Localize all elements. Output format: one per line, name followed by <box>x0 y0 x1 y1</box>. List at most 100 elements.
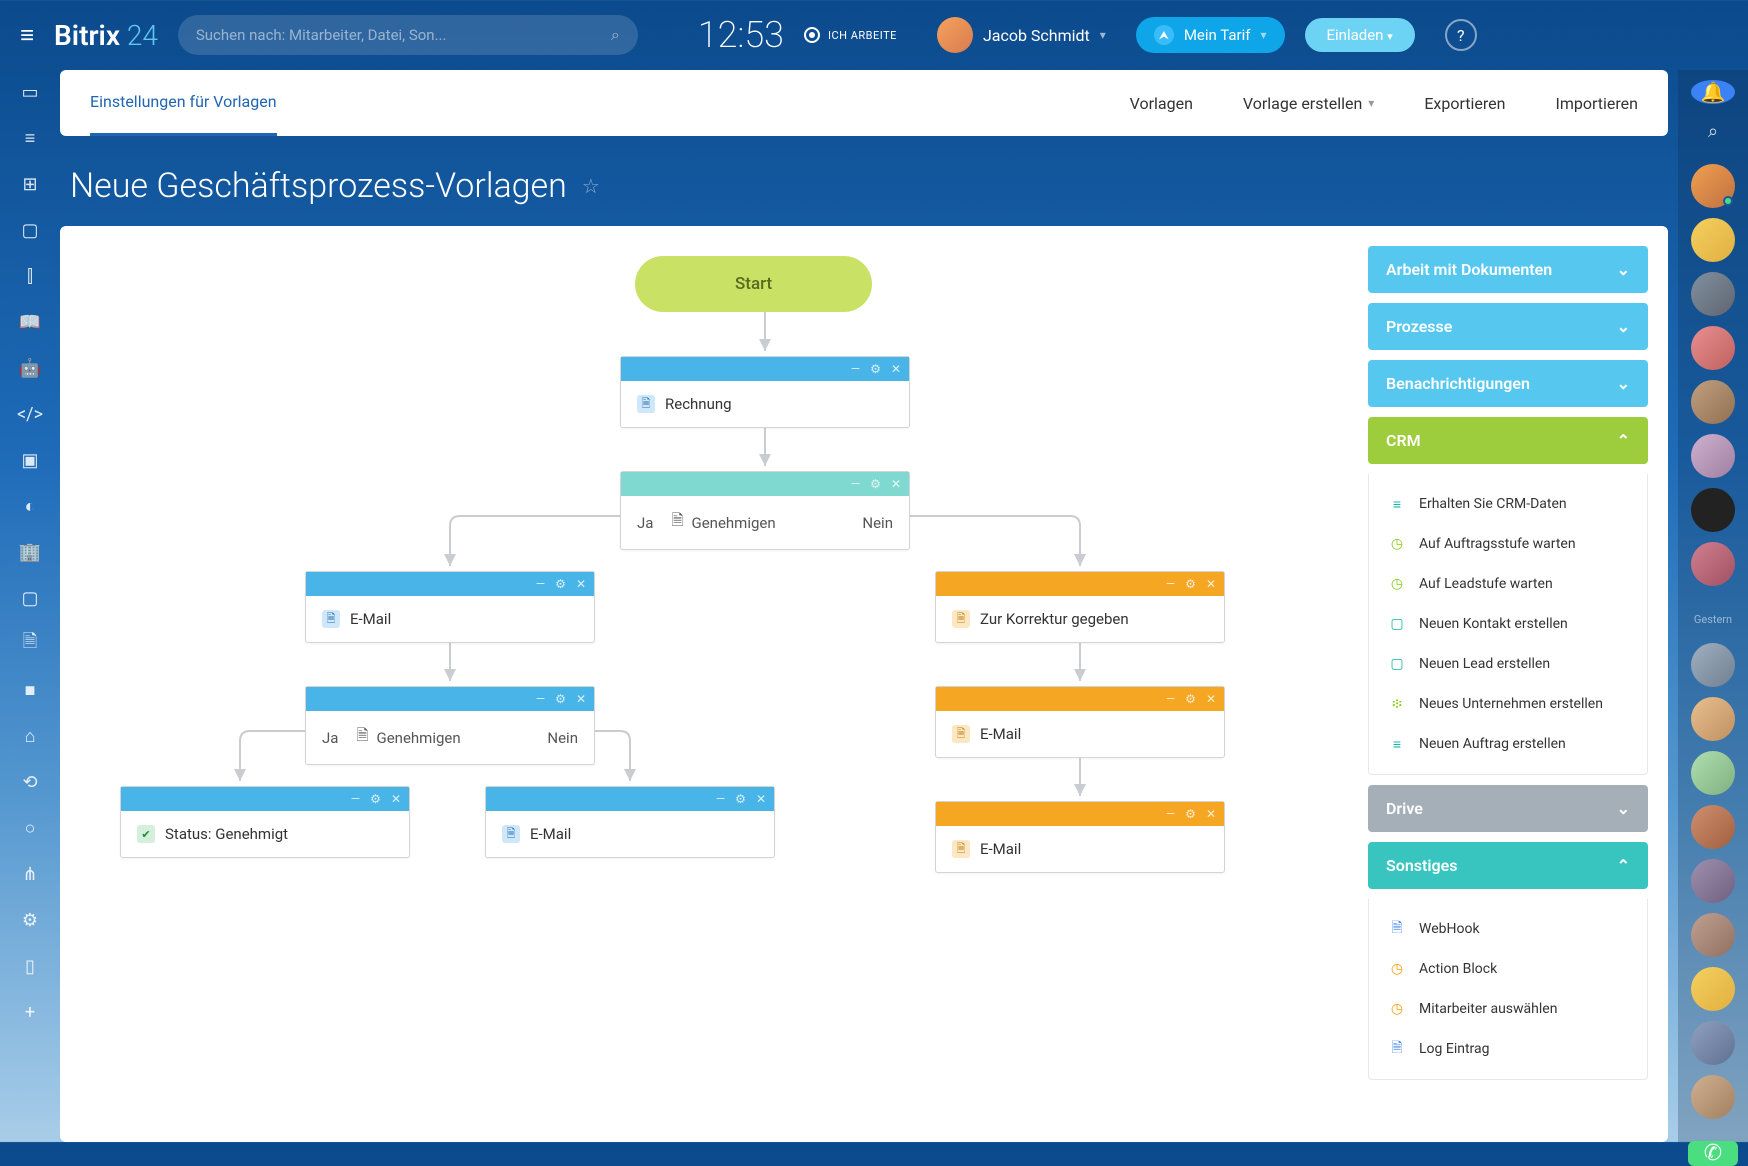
action-item[interactable]: ≡Erhalten Sie CRM-Daten <box>1369 484 1647 524</box>
menu-icon[interactable]: ≡ <box>20 21 34 50</box>
nav-icon-7[interactable]: </> <box>18 402 42 426</box>
flow-node-start[interactable]: Start <box>635 256 872 312</box>
search-input[interactable] <box>196 26 611 44</box>
contact-avatar[interactable] <box>1691 1075 1735 1119</box>
close-icon[interactable]: ✕ <box>576 577 586 591</box>
action-item[interactable]: ◷Auf Auftragsstufe warten <box>1369 524 1647 564</box>
close-icon[interactable]: ✕ <box>891 362 901 376</box>
tab-import[interactable]: Importieren <box>1555 94 1638 113</box>
close-icon[interactable]: ✕ <box>1206 807 1216 821</box>
contact-avatar[interactable] <box>1691 1021 1735 1065</box>
flow-node-email-right-2[interactable]: —⚙✕ 🗎E-Mail <box>935 686 1225 758</box>
action-item[interactable]: ፨Neues Unternehmen erstellen <box>1369 684 1647 724</box>
contact-avatar[interactable] <box>1691 643 1735 687</box>
action-item[interactable]: ≡Neuen Auftrag erstellen <box>1369 724 1647 764</box>
accordion-prozesse[interactable]: Prozesse⌄ <box>1368 303 1648 350</box>
close-icon[interactable]: ✕ <box>576 692 586 706</box>
nav-icon-14[interactable]: ⌂ <box>18 724 42 748</box>
search-icon[interactable]: ⌕ <box>1708 121 1718 142</box>
minimize-icon[interactable]: — <box>851 362 860 376</box>
contact-avatar[interactable] <box>1691 913 1735 957</box>
gear-icon[interactable]: ⚙ <box>1185 577 1196 591</box>
gear-icon[interactable]: ⚙ <box>555 577 566 591</box>
call-button[interactable]: ✆ <box>1688 1141 1738 1166</box>
user-menu[interactable]: Jacob Schmidt ▾ <box>937 17 1106 53</box>
minimize-icon[interactable]: — <box>1166 807 1175 821</box>
contact-avatar[interactable] <box>1691 164 1735 208</box>
gear-icon[interactable]: ⚙ <box>370 792 381 806</box>
accordion-drive[interactable]: Drive⌄ <box>1368 785 1648 832</box>
flow-node-rechnung[interactable]: —⚙✕ 🗎Rechnung <box>620 356 910 428</box>
contact-avatar[interactable] <box>1691 272 1735 316</box>
close-icon[interactable]: ✕ <box>756 792 766 806</box>
minimize-icon[interactable]: — <box>1166 692 1175 706</box>
action-item[interactable]: ▢Neuen Lead erstellen <box>1369 644 1647 684</box>
flow-node-email-right-3[interactable]: —⚙✕ 🗎E-Mail <box>935 801 1225 873</box>
minimize-icon[interactable]: — <box>716 792 725 806</box>
nav-icon-12[interactable]: 🗎 <box>18 632 42 656</box>
flow-node-email-left[interactable]: —⚙✕ 🗎E-Mail <box>305 571 595 643</box>
contact-avatar[interactable] <box>1691 805 1735 849</box>
accordion-sonstiges[interactable]: Sonstiges⌃ <box>1368 842 1648 889</box>
gear-icon[interactable]: ⚙ <box>870 362 881 376</box>
contact-avatar[interactable] <box>1691 434 1735 478</box>
nav-icon-2[interactable]: ⊞ <box>18 172 42 196</box>
contact-avatar[interactable] <box>1691 697 1735 741</box>
nav-icon-9[interactable]: ◐ <box>18 494 42 518</box>
tab-export[interactable]: Exportieren <box>1424 94 1505 113</box>
nav-icon-4[interactable]: ⫿ <box>18 264 42 288</box>
contact-avatar[interactable] <box>1691 542 1735 586</box>
accordion-crm[interactable]: CRM⌃ <box>1368 417 1648 464</box>
nav-icon-18[interactable]: ⚙ <box>18 908 42 932</box>
contact-avatar[interactable] <box>1691 380 1735 424</box>
nav-icon-11[interactable]: ▢ <box>18 586 42 610</box>
nav-icon-8[interactable]: ▣ <box>18 448 42 472</box>
minimize-icon[interactable]: — <box>1166 577 1175 591</box>
action-item[interactable]: ◷Action Block <box>1369 949 1647 989</box>
contact-avatar[interactable] <box>1691 326 1735 370</box>
search-box[interactable]: ⌕ <box>178 15 638 55</box>
nav-icon-19[interactable]: ▯ <box>18 954 42 978</box>
action-item[interactable]: ◷Mitarbeiter auswählen <box>1369 989 1647 1029</box>
nav-icon-15[interactable]: ⟲ <box>18 770 42 794</box>
gear-icon[interactable]: ⚙ <box>1185 807 1196 821</box>
action-item[interactable]: ▢Neuen Kontakt erstellen <box>1369 604 1647 644</box>
gear-icon[interactable]: ⚙ <box>1185 692 1196 706</box>
invite-button[interactable]: Einladen ▾ <box>1305 18 1415 52</box>
accordion-arbeit-mit-dokumenten[interactable]: Arbeit mit Dokumenten⌄ <box>1368 246 1648 293</box>
flow-node-email-lr[interactable]: —⚙✕ 🗎E-Mail <box>485 786 775 858</box>
gear-icon[interactable]: ⚙ <box>735 792 746 806</box>
nav-icon-13[interactable]: ■ <box>18 678 42 702</box>
nav-icon-17[interactable]: ⋔ <box>18 862 42 886</box>
search-icon[interactable]: ⌕ <box>611 25 620 45</box>
tarif-button[interactable]: ⮝ Mein Tarif ▾ <box>1136 17 1285 53</box>
nav-icon-5[interactable]: 📖 <box>18 310 42 334</box>
flow-node-status[interactable]: —⚙✕ ✔Status: Genehmigt <box>120 786 410 858</box>
nav-icon-10[interactable]: 🏢 <box>18 540 42 564</box>
contact-avatar[interactable] <box>1691 859 1735 903</box>
help-button[interactable]: ? <box>1445 19 1477 51</box>
notifications-icon[interactable]: 🔔 <box>1691 80 1735 104</box>
minimize-icon[interactable]: — <box>536 577 545 591</box>
nav-icon-16[interactable]: ○ <box>18 816 42 840</box>
favorite-icon[interactable]: ☆ <box>582 174 600 198</box>
nav-icon-6[interactable]: 🤖 <box>18 356 42 380</box>
minimize-icon[interactable]: — <box>851 477 860 491</box>
gear-icon[interactable]: ⚙ <box>555 692 566 706</box>
close-icon[interactable]: ✕ <box>391 792 401 806</box>
nav-icon-0[interactable]: ▭ <box>18 80 42 104</box>
close-icon[interactable]: ✕ <box>1206 692 1216 706</box>
gear-icon[interactable]: ⚙ <box>870 477 881 491</box>
close-icon[interactable]: ✕ <box>1206 577 1216 591</box>
minimize-icon[interactable]: — <box>351 792 360 806</box>
logo[interactable]: Bitrix 24 <box>54 19 158 52</box>
contact-avatar[interactable] <box>1691 488 1735 532</box>
contact-avatar[interactable] <box>1691 218 1735 262</box>
action-item[interactable]: 🗎Log Eintrag <box>1369 1029 1647 1069</box>
tab-settings[interactable]: Einstellungen für Vorlagen <box>90 70 277 136</box>
work-status-icon[interactable] <box>804 27 820 43</box>
action-item[interactable]: ◷Auf Leadstufe warten <box>1369 564 1647 604</box>
nav-icon-20[interactable]: + <box>18 1000 42 1024</box>
minimize-icon[interactable]: — <box>536 692 545 706</box>
accordion-benachrichtigungen[interactable]: Benachrichtigungen⌄ <box>1368 360 1648 407</box>
